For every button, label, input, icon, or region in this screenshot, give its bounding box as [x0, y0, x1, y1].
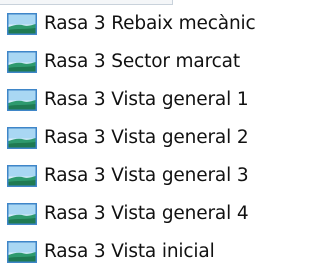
- image-file-icon: [7, 165, 37, 187]
- image-file-icon: [7, 127, 37, 149]
- column-header-edge: [0, 0, 328, 5]
- list-item[interactable]: Rasa 3 Vista general 1: [6, 83, 328, 117]
- list-item-label: Rasa 3 Vista general 4: [44, 202, 249, 224]
- list-item[interactable]: Rasa 3 Sector marcat: [6, 45, 328, 79]
- list-item-label: Rasa 3 Vista general 1: [44, 88, 249, 110]
- image-file-icon: [7, 51, 37, 73]
- list-item[interactable]: Rasa 3 Vista general 4: [6, 197, 328, 231]
- list-item-label: Rasa 3 Vista general 3: [44, 164, 249, 186]
- list-item-label: Rasa 3 Vista inicial: [44, 240, 215, 262]
- image-file-icon: [7, 13, 37, 35]
- column-header-right[interactable]: [172, 0, 328, 5]
- image-file-icon: [7, 203, 37, 225]
- list-item[interactable]: Rasa 3 Rebaix mecànic: [6, 7, 328, 41]
- list-item[interactable]: Rasa 3 Vista general 2: [6, 121, 328, 155]
- list-item-label: Rasa 3 Vista general 2: [44, 126, 249, 148]
- column-header-left[interactable]: [0, 0, 172, 5]
- image-file-icon: [7, 241, 37, 263]
- list-item-label: Rasa 3 Rebaix mecànic: [44, 12, 256, 34]
- image-file-icon: [7, 89, 37, 111]
- list-item[interactable]: Rasa 3 Vista inicial: [6, 235, 328, 269]
- list-item-label: Rasa 3 Sector marcat: [44, 50, 240, 72]
- list-item[interactable]: Rasa 3 Vista general 3: [6, 159, 328, 193]
- file-explorer-view: Rasa 3 Rebaix mecànic Rasa 3 Sector marc…: [0, 0, 328, 275]
- file-list: Rasa 3 Rebaix mecànic Rasa 3 Sector marc…: [0, 7, 328, 275]
